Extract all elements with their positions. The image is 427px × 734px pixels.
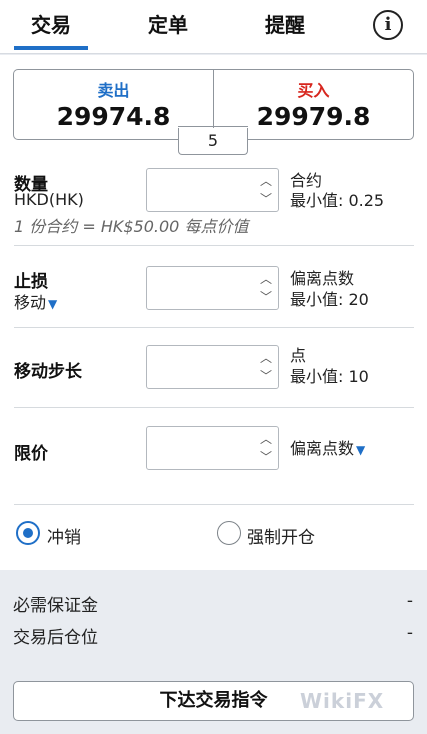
quantity-unit: 合约	[290, 171, 323, 190]
trailing-step-min: 最小值: 10	[290, 367, 369, 386]
trailing-step-stepper[interactable]: ︿ ﹀	[146, 345, 279, 389]
stepper-arrows-icon[interactable]: ︿ ﹀	[258, 349, 274, 385]
limit-stepper[interactable]: ︿ ﹀	[146, 426, 279, 470]
margin-value: -	[406, 591, 413, 611]
limit-unit-dropdown[interactable]: 偏离点数 ▼	[290, 439, 365, 460]
buy-label: 买入	[297, 81, 330, 100]
radio-close-out-label[interactable]: 冲销	[47, 523, 81, 548]
contract-note: 1 份合约 = HK$50.00 每点价值	[14, 217, 249, 236]
tab-trade[interactable]: 交易	[14, 10, 88, 40]
stepper-arrows-icon[interactable]: ︿ ﹀	[258, 172, 274, 208]
chevron-down-icon: ▼	[48, 297, 58, 311]
divider	[14, 504, 414, 505]
tab-orders[interactable]: 定单	[138, 10, 198, 40]
stop-mode-value: 移动	[14, 293, 47, 312]
limit-unit: 偏离点数	[290, 439, 355, 458]
sell-label: 卖出	[97, 81, 130, 100]
quantity-min: 最小值: 0.25	[290, 191, 385, 210]
info-icon[interactable]: i	[373, 10, 403, 40]
spread-divider	[178, 126, 248, 127]
stop-unit: 偏离点数	[290, 269, 355, 288]
stop-min: 最小值: 20	[290, 290, 369, 309]
quantity-stepper[interactable]: ︿ ﹀	[146, 168, 279, 212]
stop-mode-dropdown[interactable]: 移动 ▼	[14, 289, 57, 313]
divider	[14, 327, 414, 328]
margin-label: 必需保证金	[13, 596, 98, 616]
active-tab-indicator	[14, 46, 88, 50]
radio-close-out[interactable]	[16, 521, 40, 545]
chevron-down-icon: ▼	[356, 443, 366, 457]
position-after-label: 交易后仓位	[13, 628, 98, 648]
radio-force-open[interactable]	[217, 521, 241, 545]
trailing-step-unit: 点	[290, 346, 307, 365]
watermark-logo: WikiFX	[300, 689, 385, 713]
stepper-arrows-icon[interactable]: ︿ ﹀	[258, 270, 274, 306]
position-after-value: -	[406, 623, 413, 643]
top-tab-bar: 交易 定单 提醒 i	[0, 0, 427, 54]
trailing-step-label: 移动步长	[14, 362, 82, 382]
limit-label: 限价	[14, 444, 48, 464]
divider	[14, 407, 414, 408]
stepper-arrows-icon[interactable]: ︿ ﹀	[258, 430, 274, 466]
stop-stepper[interactable]: ︿ ﹀	[146, 266, 279, 310]
trade-panel: 卖出 29974.8 买入 29979.8 5 数量 HKD(HK) ︿ ﹀ 合约…	[0, 55, 427, 570]
tab-alerts[interactable]: 提醒	[255, 10, 315, 40]
spread-value: 5	[178, 128, 248, 155]
quantity-currency: HKD(HK)	[14, 190, 84, 209]
radio-force-open-label[interactable]: 强制开仓	[247, 523, 315, 548]
divider	[14, 245, 414, 246]
